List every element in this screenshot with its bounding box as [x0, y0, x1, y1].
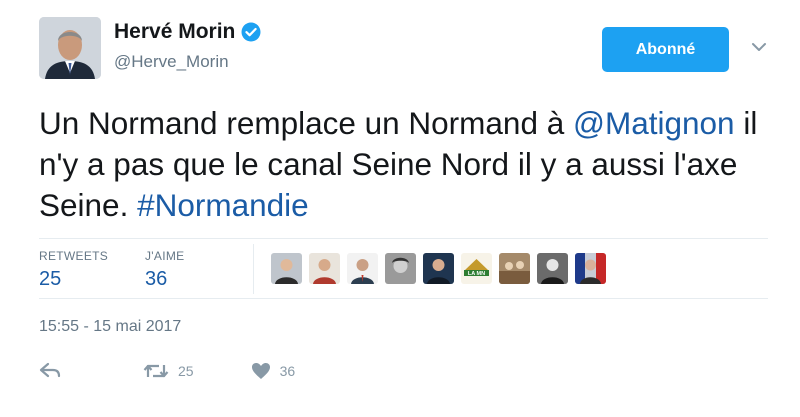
liker-avatar-la-mn[interactable]: LA MN [461, 253, 492, 284]
retweets-count[interactable]: 25 [39, 268, 108, 291]
liker-avatar[interactable] [385, 253, 416, 284]
liker-avatar[interactable] [423, 253, 454, 284]
retweets-label: RETWEETS [39, 249, 109, 263]
likes-count[interactable]: 36 [145, 268, 184, 291]
retweet-count: 25 [178, 363, 194, 379]
chevron-down-icon[interactable] [750, 38, 768, 56]
heart-icon [251, 362, 271, 380]
tweet-actions: 25 36 [39, 362, 295, 380]
likes-stat[interactable]: J'AIME 36 [145, 249, 184, 291]
author-name-row[interactable]: Hervé Morin [114, 20, 261, 44]
liker-avatar[interactable] [271, 253, 302, 284]
liker-avatar[interactable] [347, 253, 378, 284]
verified-badge-icon [241, 22, 261, 42]
tweet-text: Un Normand remplace un Normand à @Matign… [39, 103, 779, 226]
reply-button[interactable] [39, 362, 61, 380]
like-count: 36 [279, 363, 296, 379]
retweet-button[interactable]: 25 [143, 362, 194, 380]
author-name[interactable]: Hervé Morin [114, 20, 235, 44]
stats-separator [253, 244, 254, 294]
stats-top-divider [39, 238, 768, 239]
tweet-timestamp[interactable]: 15:55 - 15 mai 2017 [39, 318, 181, 336]
hashtag-link[interactable]: #Normandie [137, 187, 309, 223]
retweets-stat[interactable]: RETWEETS 25 [39, 249, 108, 291]
svg-text:LA MN: LA MN [468, 271, 485, 277]
tweet-text-start: Un Normand remplace un Normand à [39, 105, 573, 141]
liker-avatars: LA MN [271, 253, 606, 284]
liker-avatar[interactable] [309, 253, 340, 284]
like-button[interactable]: 36 [251, 362, 296, 380]
stats-bottom-divider [39, 298, 768, 299]
following-button[interactable]: Abonné [602, 27, 729, 72]
liker-avatar[interactable] [537, 253, 568, 284]
author-avatar[interactable] [39, 17, 101, 79]
liker-avatar[interactable] [499, 253, 530, 284]
mention-link[interactable]: @Matignon [573, 105, 735, 141]
reply-icon [39, 362, 61, 380]
retweet-icon [143, 362, 169, 380]
likes-label: J'AIME [145, 249, 185, 263]
liker-avatar[interactable] [575, 253, 606, 284]
author-handle[interactable]: @Herve_Morin [114, 52, 229, 72]
